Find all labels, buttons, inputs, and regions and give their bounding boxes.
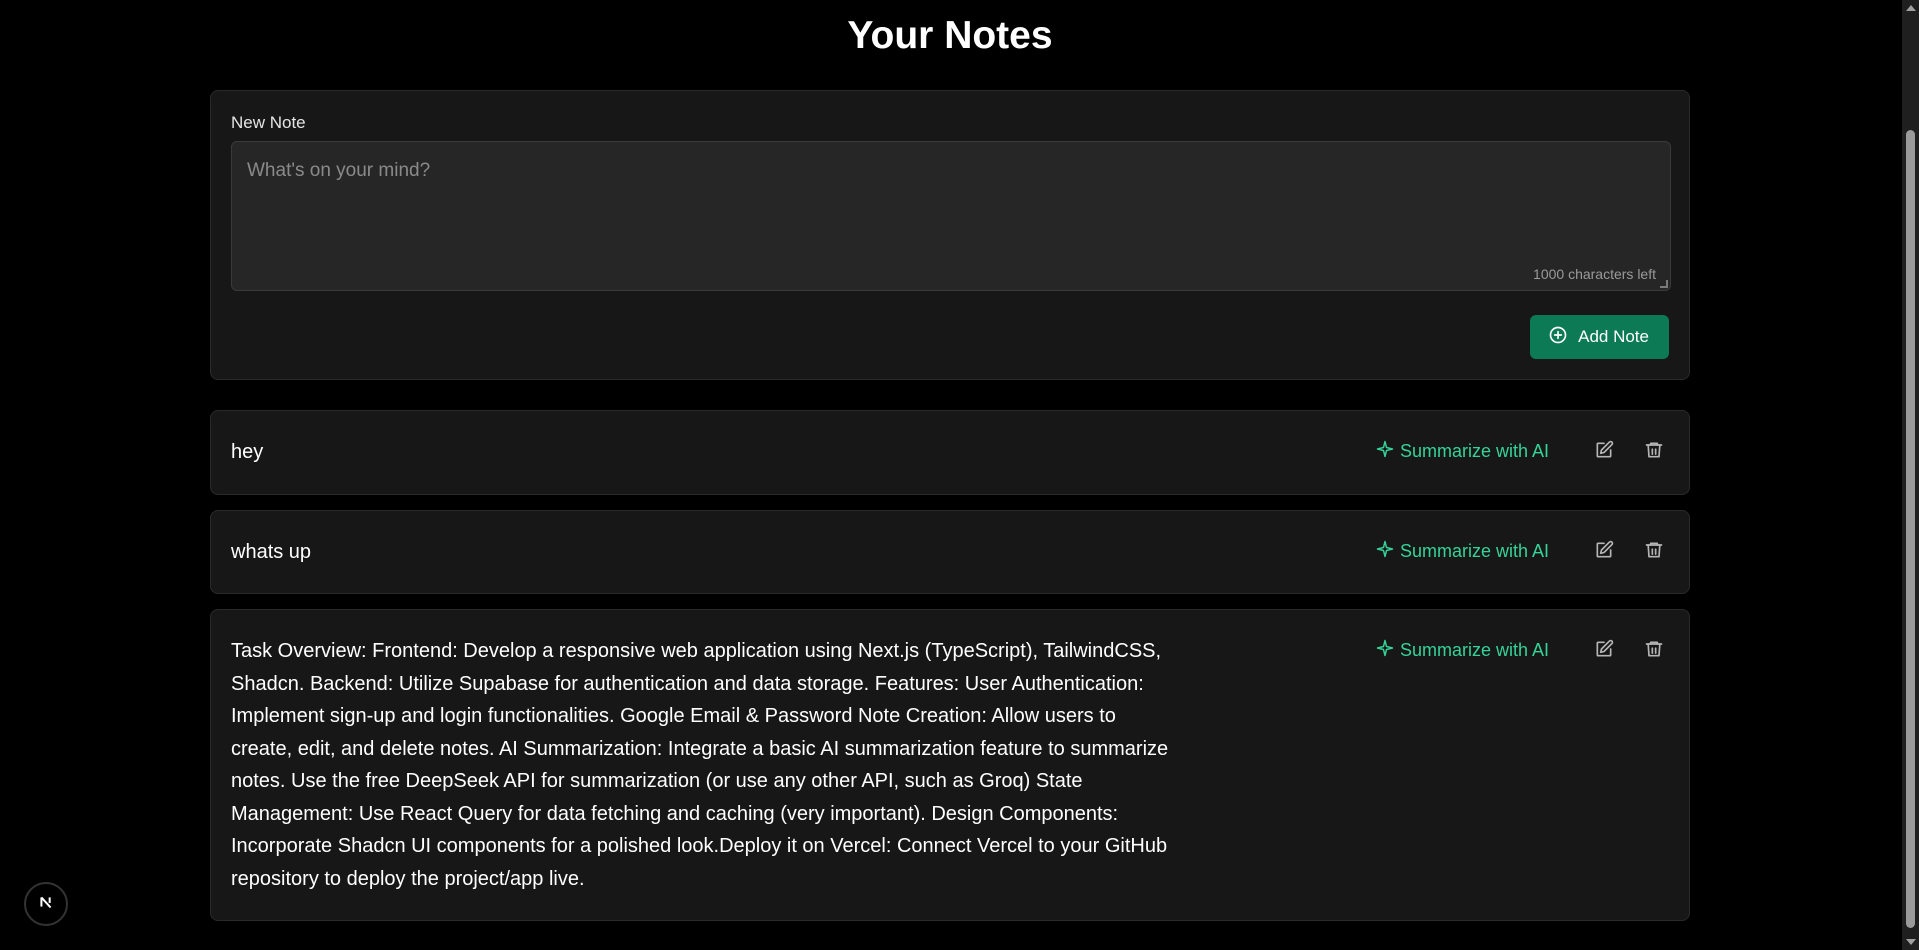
sparkle-icon [1376,639,1394,662]
note-actions: Summarize with AI [1376,436,1669,466]
summarize-label: Summarize with AI [1399,540,1549,561]
summarize-button[interactable]: Summarize with AI [1376,436,1549,466]
note-text: Task Overview: Frontend: Develop a respo… [231,640,1169,890]
note-text: hey [231,441,264,463]
summarize-label: Summarize with AI [1399,440,1549,461]
trash-icon [1644,540,1664,563]
new-note-label: New Note [231,113,306,132]
delete-note-button[interactable] [1639,436,1669,466]
sparkle-icon [1376,540,1394,563]
edit-icon [1594,639,1614,662]
edit-icon [1594,440,1614,463]
trash-icon [1644,440,1664,463]
note-card: Task Overview: Frontend: Develop a respo… [210,609,1690,921]
sparkle-icon [1376,440,1394,463]
plus-circle-icon [1548,325,1568,350]
note-card: hey Summarize with AI [210,410,1690,495]
add-note-button[interactable]: Add Note [1530,315,1669,359]
edit-icon [1594,540,1614,563]
resize-handle[interactable] [1660,280,1668,288]
note-actions: Summarize with AI [1376,635,1669,665]
note-card: whats up Summarize with AI [210,510,1690,594]
note-text: whats up [231,541,312,563]
add-note-label: Add Note [1578,327,1649,346]
page-scrollbar[interactable] [1902,0,1919,950]
edit-note-button[interactable] [1589,635,1619,665]
summarize-button[interactable]: Summarize with AI [1376,536,1549,566]
edit-note-button[interactable] [1589,436,1619,466]
nextjs-dev-badge[interactable] [24,882,68,926]
delete-note-button[interactable] [1639,635,1669,665]
note-actions: Summarize with AI [1376,536,1669,566]
edit-note-button[interactable] [1589,536,1619,566]
new-note-textarea[interactable] [232,142,1670,290]
delete-note-button[interactable] [1639,536,1669,566]
nextjs-logo-icon [35,891,57,918]
char-count: 1000 characters left [1533,266,1656,282]
scroll-up-arrow[interactable] [1906,5,1916,11]
new-note-textarea-wrapper: 1000 characters left [231,141,1671,291]
page-title: Your Notes [847,14,1053,57]
notes-page: Your Notes New Note 1000 characters left… [0,0,1919,950]
scroll-down-arrow[interactable] [1906,939,1916,945]
summarize-button[interactable]: Summarize with AI [1376,635,1549,665]
scroll-thumb[interactable] [1906,130,1915,928]
summarize-label: Summarize with AI [1399,639,1549,660]
new-note-card: New Note 1000 characters left Add Note [210,90,1690,380]
trash-icon [1644,639,1664,662]
